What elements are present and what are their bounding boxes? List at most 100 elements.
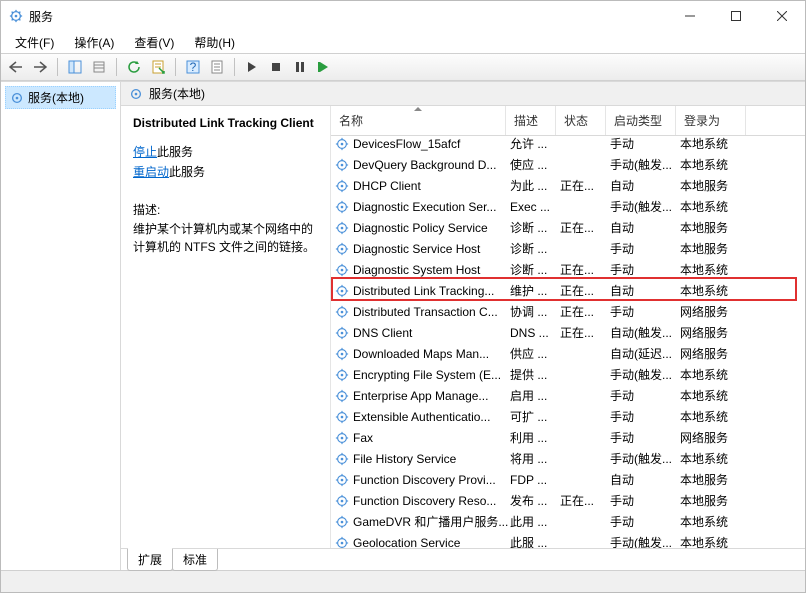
gear-icon <box>335 473 349 487</box>
service-startup: 自动 <box>610 471 680 488</box>
service-row[interactable]: Function Discovery Provi...FDP ...自动本地服务 <box>331 469 805 490</box>
service-status: 正在... <box>560 303 610 320</box>
service-logon: 本地系统 <box>680 513 750 530</box>
gear-icon <box>335 200 349 214</box>
service-row[interactable]: DHCP Client为此 ...正在...自动本地服务 <box>331 175 805 196</box>
service-row[interactable]: File History Service将用 ...手动(触发...本地系统 <box>331 448 805 469</box>
export-button[interactable] <box>88 56 110 78</box>
gear-icon <box>335 179 349 193</box>
service-row[interactable]: Distributed Link Tracking...维护 ...正在...自… <box>331 280 805 301</box>
service-startup: 手动 <box>610 303 680 320</box>
service-row[interactable]: Fax利用 ...手动网络服务 <box>331 427 805 448</box>
gear-icon <box>129 87 143 101</box>
start-service-button[interactable] <box>241 56 263 78</box>
service-name: DNS Client <box>353 326 412 340</box>
service-row[interactable]: DNS ClientDNS ...正在...自动(触发...网络服务 <box>331 322 805 343</box>
properties-button[interactable] <box>147 56 169 78</box>
gear-icon <box>335 326 349 340</box>
service-row[interactable]: Distributed Transaction C... 协调 ...正在...手… <box>331 301 805 322</box>
service-row[interactable]: GameDVR 和广播用户服务...此用 ...手动本地系统 <box>331 511 805 532</box>
stop-service-button[interactable] <box>265 56 287 78</box>
service-startup: 自动 <box>610 219 680 236</box>
service-startup: 手动 <box>610 408 680 425</box>
service-row[interactable]: Downloaded Maps Man...供应 ...自动(延迟...网络服务 <box>331 343 805 364</box>
service-logon: 本地系统 <box>680 198 750 215</box>
service-row[interactable]: Diagnostic Policy Service诊断 ...正在...自动本地… <box>331 217 805 238</box>
properties2-button[interactable] <box>206 56 228 78</box>
panel-header: 服务(本地) <box>121 82 805 106</box>
col-name[interactable]: 名称 <box>331 106 506 135</box>
service-startup: 手动 <box>610 492 680 509</box>
col-logon[interactable]: 登录为 <box>676 106 746 135</box>
service-name: Downloaded Maps Man... <box>353 347 489 361</box>
col-startup[interactable]: 启动类型 <box>606 106 676 135</box>
refresh-button[interactable] <box>123 56 145 78</box>
service-startup: 手动(触发... <box>610 450 680 467</box>
service-row[interactable]: Diagnostic Service Host诊断 ...手动本地服务 <box>331 238 805 259</box>
gear-icon <box>335 494 349 508</box>
service-row[interactable]: Enterprise App Manage...启用 ...手动本地系统 <box>331 385 805 406</box>
service-row[interactable]: Diagnostic Execution Ser...Exec ...手动(触发… <box>331 196 805 217</box>
tab-extended[interactable]: 扩展 <box>127 548 173 571</box>
service-status: 正在... <box>560 219 610 236</box>
window-title: 服务 <box>29 8 53 25</box>
minimize-button[interactable] <box>667 1 713 31</box>
help-button[interactable]: ? <box>182 56 204 78</box>
col-desc[interactable]: 描述 <box>506 106 556 135</box>
gear-icon <box>335 431 349 445</box>
maximize-button[interactable] <box>713 1 759 31</box>
tab-standard[interactable]: 标准 <box>172 549 218 571</box>
service-name: Encrypting File System (E... <box>353 368 501 382</box>
forward-button[interactable] <box>29 56 51 78</box>
service-desc: 启用 ... <box>510 387 560 404</box>
tree-root-services[interactable]: 服务(本地) <box>5 86 116 109</box>
show-hide-tree-button[interactable] <box>64 56 86 78</box>
service-name: Diagnostic System Host <box>353 263 480 277</box>
service-desc: 使应 ... <box>510 156 560 173</box>
service-row[interactable]: Encrypting File System (E...提供 ...手动(触发.… <box>331 364 805 385</box>
service-row[interactable]: Extensible Authenticatio...可扩 ...手动本地系统 <box>331 406 805 427</box>
app-icon <box>9 9 23 23</box>
service-name: Distributed Transaction C... <box>353 305 498 319</box>
service-row[interactable]: Diagnostic System Host诊断 ...正在...手动本地系统 <box>331 259 805 280</box>
service-desc: 诊断 ... <box>510 240 560 257</box>
statusbar <box>1 570 805 592</box>
service-list: 名称 描述 状态 启动类型 登录为 DevicesFlow_15afcf允许 .… <box>331 106 805 548</box>
menu-action[interactable]: 操作(A) <box>66 32 122 53</box>
stop-link[interactable]: 停止 <box>133 145 157 159</box>
menu-view[interactable]: 查看(V) <box>126 32 182 53</box>
service-logon: 本地服务 <box>680 471 750 488</box>
menu-file[interactable]: 文件(F) <box>7 32 62 53</box>
stop-suffix: 此服务 <box>157 145 193 159</box>
gear-icon <box>335 368 349 382</box>
gear-icon <box>335 305 349 319</box>
service-desc: 供应 ... <box>510 345 560 362</box>
service-logon: 本地系统 <box>680 534 750 548</box>
service-startup: 手动(触发... <box>610 156 680 173</box>
col-status[interactable]: 状态 <box>556 106 606 135</box>
back-button[interactable] <box>5 56 27 78</box>
service-status: 正在... <box>560 282 610 299</box>
service-row[interactable]: Function Discovery Reso...发布 ...正在...手动本… <box>331 490 805 511</box>
service-row[interactable]: DevicesFlow_15afcf允许 ...手动本地系统 <box>331 136 805 154</box>
service-logon: 本地服务 <box>680 240 750 257</box>
menu-help[interactable]: 帮助(H) <box>186 32 243 53</box>
service-status: 正在... <box>560 324 610 341</box>
close-button[interactable] <box>759 1 805 31</box>
service-desc: 协调 ... <box>510 303 560 320</box>
service-logon: 网络服务 <box>680 303 750 320</box>
gear-icon <box>335 515 349 529</box>
view-tabs: 扩展 标准 <box>121 548 805 570</box>
service-desc: 允许 ... <box>510 136 560 152</box>
restart-link[interactable]: 重启动 <box>133 165 169 179</box>
service-status: 正在... <box>560 261 610 278</box>
desc-label: 描述: <box>133 201 320 218</box>
service-logon: 本地服务 <box>680 492 750 509</box>
service-row[interactable]: DevQuery Background D...使应 ...手动(触发...本地… <box>331 154 805 175</box>
service-desc: 诊断 ... <box>510 219 560 236</box>
pause-service-button[interactable] <box>289 56 311 78</box>
restart-service-button[interactable] <box>313 56 335 78</box>
gear-icon <box>335 242 349 256</box>
service-name: Extensible Authenticatio... <box>353 410 490 424</box>
service-row[interactable]: Geolocation Service此服 ...手动(触发...本地系统 <box>331 532 805 548</box>
